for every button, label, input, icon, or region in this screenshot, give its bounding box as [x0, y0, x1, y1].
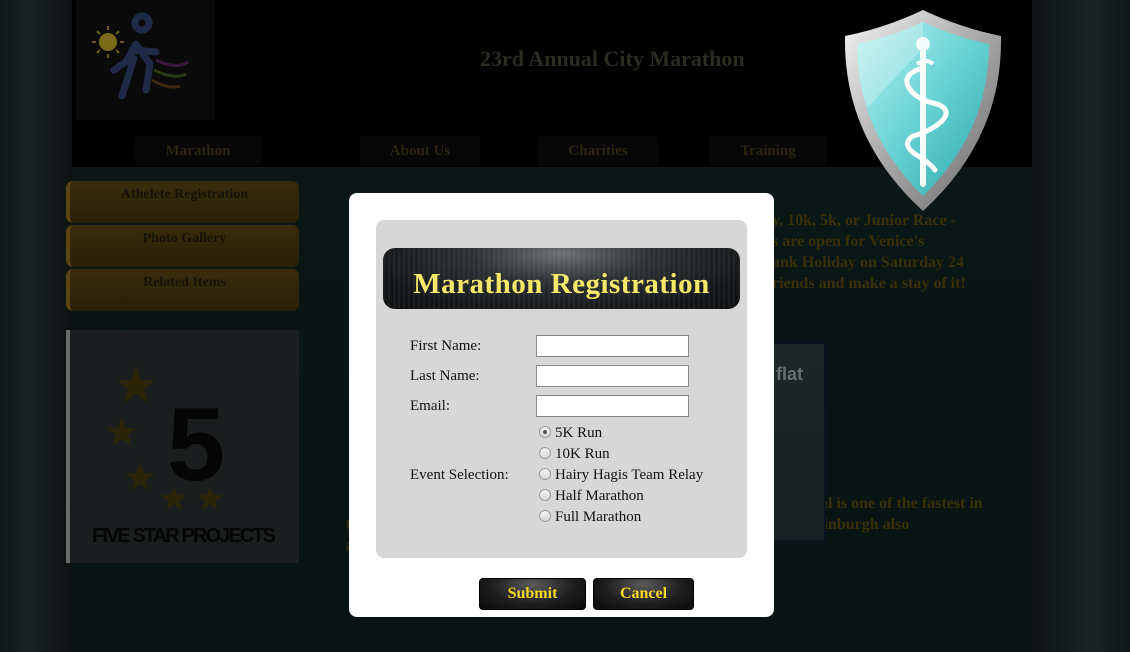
event-option-half-marathon[interactable]: Half Marathon — [539, 488, 644, 506]
radio-5k[interactable] — [539, 426, 551, 438]
registration-modal: Marathon Registration First Name: Last N… — [349, 193, 774, 617]
nav-charities[interactable]: Charities — [538, 136, 658, 166]
email-input[interactable] — [536, 395, 689, 417]
five-stars-icon: 5 FIVE STAR PROJECTS — [92, 366, 276, 547]
background-right-panel — [1030, 0, 1130, 652]
radio-full-marathon[interactable] — [539, 510, 551, 522]
five-star-projects-ad[interactable]: 5 FIVE STAR PROJECTS — [66, 330, 299, 563]
sponsor-text: FIVE STAR PROJECTS — [92, 525, 276, 547]
sponsor-number: 5 — [167, 387, 225, 503]
sidebar-item-related-items[interactable]: Related Items — [66, 269, 299, 311]
intro-paragraph: y, 10k, 5k, or Junior Race - s are open … — [772, 212, 966, 292]
event-option-team-relay[interactable]: Hairy Hagis Team Relay — [539, 467, 703, 485]
site-title: 23rd Annual City Marathon — [480, 46, 745, 71]
event-option-10k[interactable]: 10K Run — [539, 446, 610, 464]
registration-form-panel: Marathon Registration First Name: Last N… — [376, 220, 747, 558]
nav-marathon[interactable]: Marathon — [135, 136, 261, 166]
radio-team-relay[interactable] — [539, 468, 551, 480]
event-option-5k[interactable]: 5K Run — [539, 425, 602, 443]
modal-banner: Marathon Registration — [383, 248, 740, 309]
sidebar-item-athlete-registration[interactable]: Athelete Registration — [66, 181, 299, 223]
modal-title: Marathon Registration — [413, 268, 710, 300]
radio-half-marathon[interactable] — [539, 489, 551, 501]
last-name-label: Last Name: — [410, 368, 480, 384]
last-name-input[interactable] — [536, 365, 689, 387]
event-selection-label: Event Selection: — [410, 467, 509, 483]
site-logo[interactable] — [76, 0, 215, 120]
radio-10k[interactable] — [539, 447, 551, 459]
submit-button[interactable]: Submit — [479, 578, 586, 610]
medical-shield[interactable] — [843, 8, 1003, 213]
runner-sun-logo-icon — [92, 12, 189, 100]
email-label: Email: — [410, 398, 450, 414]
nav-training[interactable]: Training — [709, 136, 827, 166]
nav-about-us[interactable]: About Us — [360, 136, 480, 166]
background-left-panel — [0, 0, 72, 652]
sidebar-item-photo-gallery[interactable]: Photo Gallery — [66, 225, 299, 267]
event-option-full-marathon[interactable]: Full Marathon — [539, 509, 641, 527]
first-name-label: First Name: — [410, 338, 482, 354]
cancel-button[interactable]: Cancel — [593, 578, 694, 610]
first-name-input[interactable] — [536, 335, 689, 357]
medical-caduceus-shield-icon — [844, 10, 1002, 211]
